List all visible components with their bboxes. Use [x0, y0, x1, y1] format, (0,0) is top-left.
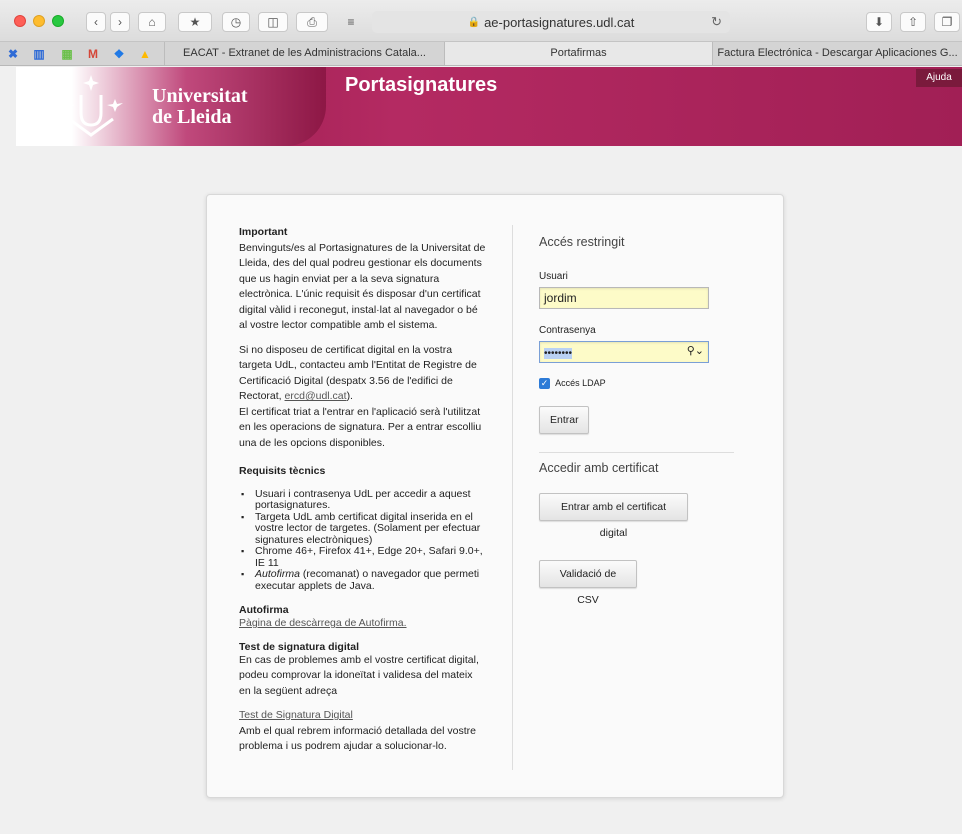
login-column: Accés restringit Usuari jordim Contrasen… [539, 235, 735, 606]
username-field[interactable]: jordim [539, 287, 709, 309]
downloads-icon[interactable]: ⬇ [866, 12, 892, 32]
gmail-icon[interactable]: M [86, 47, 100, 61]
list-item: Chrome 46+, Firefox 41+, Edge 20+, Safar… [239, 545, 487, 569]
restricted-access-title: Accés restringit [539, 235, 625, 249]
login-card: Important Benvinguts/es al Portasignatur… [206, 194, 784, 798]
share-icon[interactable]: ⇧ [900, 12, 926, 32]
no-cert-paragraph: Si no disposeu de certificat digital en … [239, 343, 487, 405]
username-label: Usuari [539, 271, 568, 282]
close-window-button[interactable] [14, 15, 26, 27]
ldap-label: Accés LDAP [555, 378, 606, 388]
logo-line2: de Lleida [152, 106, 232, 128]
login-button[interactable]: Entrar [539, 406, 589, 434]
favorite-chart-icon[interactable]: ▥ [32, 47, 46, 61]
udl-logo-icon [59, 75, 123, 137]
no-cert-text: Si no disposeu de certificat digital en … [239, 343, 477, 403]
drive-icon[interactable]: ▲ [138, 47, 152, 61]
tab-bar: ✖ ▥ ▦ M ❖ ▲ EACAT - Extranet de les Admi… [0, 42, 962, 66]
list-item: Autofirma (recomanat) o navegador que pe… [239, 568, 487, 592]
key-icon[interactable]: ⚲⌄ [687, 344, 704, 357]
site-header: Universitat de Lleida Portasignatures Aj… [16, 67, 962, 146]
forward-button[interactable]: › [110, 12, 130, 32]
autofirma-emphasis: Autofirma [255, 568, 300, 580]
certificate-access-title: Accedir amb certificat [539, 461, 659, 475]
help-button[interactable]: Ajuda [916, 69, 962, 87]
lock-icon: 🔒 [467, 16, 481, 28]
password-value: •••••••• [544, 348, 573, 359]
requirements-list: Usuari i contrasenya UdL per accedir a a… [239, 488, 487, 593]
dropbox-icon[interactable]: ❖ [112, 47, 126, 61]
tab-portafirmas[interactable]: Portafirmas [444, 42, 712, 65]
reload-icon[interactable]: ↻ [711, 14, 722, 30]
cert-text: El certificat triat a l'entrar en l'apli… [239, 405, 482, 449]
password-field[interactable]: •••••••• ⚲⌄ [539, 341, 709, 363]
sidebar-icon[interactable]: ◫ [258, 12, 288, 32]
no-cert-end: ). [346, 390, 353, 402]
fullscreen-window-button[interactable] [52, 15, 64, 27]
browser-toolbar: ‹ › ⌂ ★ ◷ ◫ ⎙ ≡ 🔒 ae-portasignatures.udl… [0, 0, 962, 42]
page-title: Portasignatures [345, 74, 498, 96]
favorite-grid-icon[interactable]: ▦ [60, 47, 74, 61]
bookmarks-icon[interactable]: ★ [178, 12, 212, 32]
favorite-blue-icon[interactable]: ✖ [6, 47, 20, 61]
ldap-option[interactable]: ✓ Accés LDAP [539, 377, 735, 389]
logo-panel: Universitat de Lleida [16, 67, 326, 146]
test-after-text: Amb el qual rebrem informació detallada … [239, 724, 476, 753]
test-signature-link[interactable]: Test de Signatura Digital [239, 709, 353, 721]
test-text: En cas de problemes amb el vostre certif… [239, 653, 479, 697]
list-item: Usuari i contrasenya UdL per accedir a a… [239, 488, 487, 512]
csv-validation-button[interactable]: Validació de CSV [539, 560, 637, 606]
info-column: Important Benvinguts/es al Portasignatur… [239, 225, 487, 755]
reader-icon[interactable]: ≡ [340, 12, 362, 32]
tab-eacat[interactable]: EACAT - Extranet de les Administracions … [164, 42, 444, 65]
university-name: Universitat de Lleida [152, 86, 248, 128]
back-button[interactable]: ‹ [86, 12, 106, 32]
section-divider [539, 452, 734, 453]
autofirma-heading: Autofirma [239, 604, 289, 616]
autofirma-download-link[interactable]: Pàgina de descàrrega de Autofirma. [239, 617, 407, 629]
tabs-overview-icon[interactable]: ❐ [934, 12, 960, 32]
address-bar[interactable]: 🔒 ae-portasignatures.udl.cat ↻ [372, 11, 730, 33]
column-divider [512, 225, 513, 770]
print-icon[interactable]: ⎙ [296, 12, 328, 32]
list-item: Targeta UdL amb certificat digital inser… [239, 511, 487, 547]
ldap-checkbox[interactable]: ✓ [539, 377, 550, 389]
tab-factura[interactable]: Factura Electrónica - Descargar Aplicaci… [712, 42, 962, 65]
home-icon[interactable]: ⌂ [138, 12, 166, 32]
logo-line1: Universitat [152, 85, 248, 107]
requirements-heading: Requisits tècnics [239, 465, 326, 477]
history-icon[interactable]: ◷ [222, 12, 250, 32]
password-label: Contrasenya [539, 325, 596, 336]
important-heading: Important [239, 226, 288, 238]
certificate-login-button[interactable]: Entrar amb el certificat digital [539, 493, 688, 539]
email-link[interactable]: ercd@udl.cat [285, 390, 347, 402]
minimize-window-button[interactable] [33, 15, 45, 27]
test-heading: Test de signatura digital [239, 640, 359, 653]
intro-text: Benvinguts/es al Portasignatures de la U… [239, 241, 486, 332]
url-text: ae-portasignatures.udl.cat [484, 14, 635, 30]
